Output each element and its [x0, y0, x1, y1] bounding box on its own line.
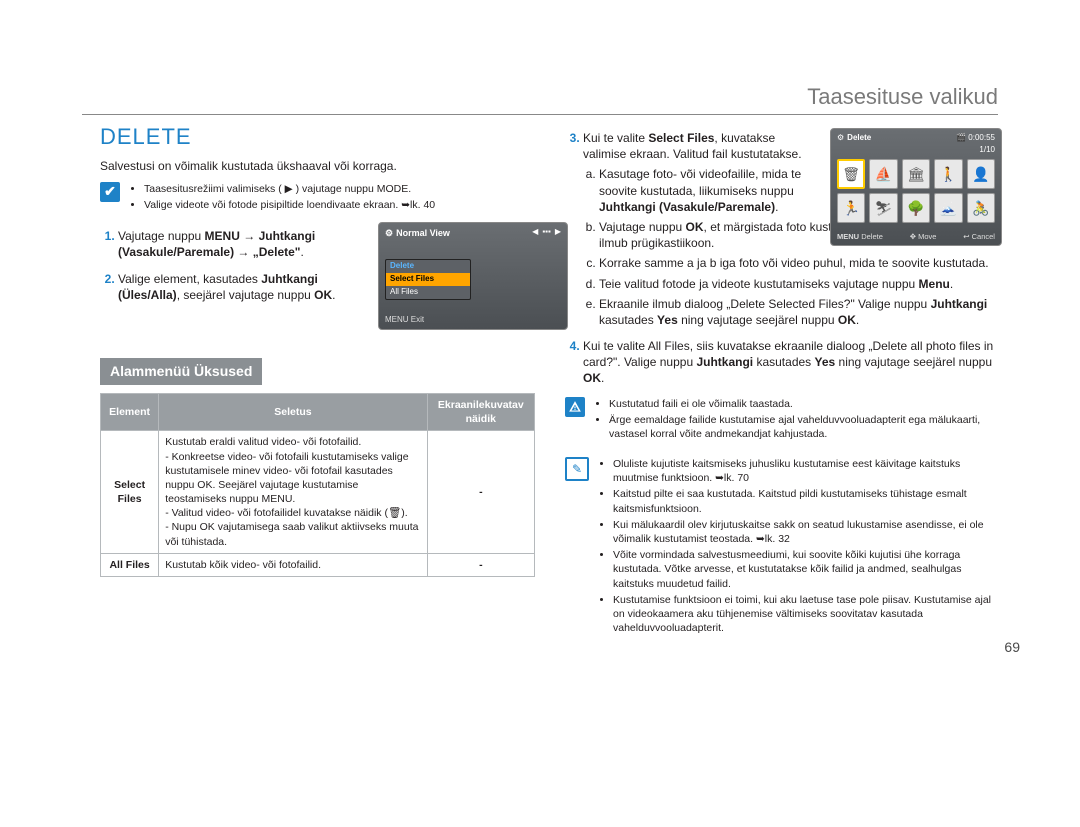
ss-btn-delete: Delete [861, 232, 883, 241]
normal-view-screenshot: ⚙ Normal View ◀ ▪▪▪ ▶ Delete Select File… [378, 222, 568, 330]
thumb: 👤 [967, 159, 995, 189]
step-2: Valige element, kasutades Juhtkangi (Üle… [118, 271, 368, 303]
step-4: Kui te valite All Files, siis kuvatakse … [583, 338, 1000, 387]
delete-heading: DELETE [100, 122, 535, 152]
delete-grid-screenshot: ⚙ Delete 🎬 0:00:55 1/10 🗑 ⛵ [830, 128, 1002, 246]
cell-select-files-icon: - [427, 431, 534, 553]
gear-icon: ⚙ [385, 227, 393, 239]
ss-right-timer: 🎬 0:00:55 [956, 133, 995, 144]
step-3: Kui te valite Select Files, kuvatakse va… [583, 130, 1000, 328]
thumb: 🌳 [902, 193, 930, 223]
thumb: ⛵ [869, 159, 897, 189]
cell-all-files-desc: Kustutab kõik video- või fotofailid. [159, 553, 427, 576]
warn-item1: Kustutatud faili ei ole võimalik taastad… [609, 397, 1000, 411]
info-item5: Kustutamise funktsioon ei toimi, kui aku… [613, 593, 1000, 636]
thumb: 🗻 [934, 193, 962, 223]
gear-icon: ⚙ [837, 133, 844, 144]
step1-text: Vajutage nuppu MENU → Juhtkangi (Vasakul… [118, 229, 315, 259]
mode-note: Taasesitusrežiimi valimiseks ( ▶ ) vajut… [130, 182, 435, 214]
menu-dots-icon: ▪▪▪ [542, 227, 551, 238]
step3-intro: Kui te valite Select Files, kuvatakse va… [583, 131, 802, 161]
step-3d: Teie valitud fotode ja videote kustutami… [599, 276, 1000, 292]
thumb: 🚴 [967, 193, 995, 223]
submenu-table: Element Seletus Ekraanilekuvatav näidik … [100, 393, 535, 577]
cell-select-files-desc: Kustutab eraldi valitud video- või fotof… [159, 431, 427, 553]
note1-item1: Taasesitusrežiimi valimiseks ( ▶ ) vajut… [144, 182, 435, 196]
ss-left-title-text: Normal View [396, 227, 450, 239]
check-icon: ✔ [100, 182, 120, 202]
step-3c: Korrake samme a ja b iga foto või video … [599, 255, 1000, 271]
page-number: 69 [1004, 638, 1020, 657]
lead-paragraph: Salvestusi on võimalik kustutada ükshaav… [100, 158, 535, 174]
thumb: ⛷ [869, 193, 897, 223]
thumb-selected: 🗑 [837, 159, 865, 189]
step2-text: Valige element, kasutades Juhtkangi (Üle… [118, 272, 335, 302]
info-item1: Oluliste kujutiste kaitsmiseks juhusliku… [613, 457, 1000, 485]
table-row: All Files Kustutab kõik video- või fotof… [101, 553, 535, 576]
warning-note: Kustutatud faili ei ole võimalik taastad… [595, 397, 1000, 444]
info-item3: Kui mälukaardil olev kirjutuskaitse sakk… [613, 518, 1000, 546]
th-seletus: Seletus [159, 394, 427, 431]
warning-icon [565, 397, 585, 417]
step-1: Vajutage nuppu MENU → Juhtkangi (Vasakul… [118, 228, 368, 260]
submenu-heading: Alammenüü Üksused [100, 358, 262, 385]
info-item2: Kaitstud pilte ei saa kustutada. Kaitstu… [613, 487, 1000, 515]
table-row: Select Files Kustutab eraldi valitud vid… [101, 431, 535, 553]
step-3a: Kasutage foto- või videofailile, mida te… [599, 166, 810, 215]
ss-btn-move: Move [918, 232, 936, 241]
ss-btn-cancel: Cancel [972, 232, 995, 241]
ss-right-title: Delete [847, 133, 871, 144]
th-element: Element [101, 394, 159, 431]
warn-item2: Ärge eemaldage failide kustutamise ajal … [609, 413, 1000, 441]
thumb: 🚶 [934, 159, 962, 189]
info-item4: Võite vormindada salvestusmeediumi, kui … [613, 548, 1000, 591]
info-note: Oluliste kujutiste kaitsmiseks juhusliku… [599, 457, 1000, 637]
cell-select-files: Select Files [101, 431, 159, 553]
cell-all-files-icon: - [427, 553, 534, 576]
ss-menu-delete: Delete [386, 260, 470, 273]
th-naidik: Ekraanilekuvatav näidik [427, 394, 534, 431]
ss-menu-select-files: Select Files [386, 273, 470, 286]
thumb: 🏛 [902, 159, 930, 189]
horizontal-rule [82, 114, 998, 115]
note1-item2: Valige videote või fotode pisipiltide lo… [144, 198, 435, 212]
chevron-left-icon: ◀ [532, 227, 538, 238]
info-icon: ✎ [565, 457, 589, 481]
ss-menu-all-files: All Files [386, 286, 470, 299]
thumb: 🏃 [837, 193, 865, 223]
chevron-right-icon: ▶ [555, 227, 561, 238]
ss-right-counter: 1/10 [979, 145, 995, 156]
header-section-title: Taasesituse valikud [807, 82, 998, 112]
ss-left-footer: MENU Exit [385, 315, 424, 326]
step-3e: Ekraanile ilmub dialoog „Delete Selected… [599, 296, 1000, 328]
cell-all-files: All Files [101, 553, 159, 576]
